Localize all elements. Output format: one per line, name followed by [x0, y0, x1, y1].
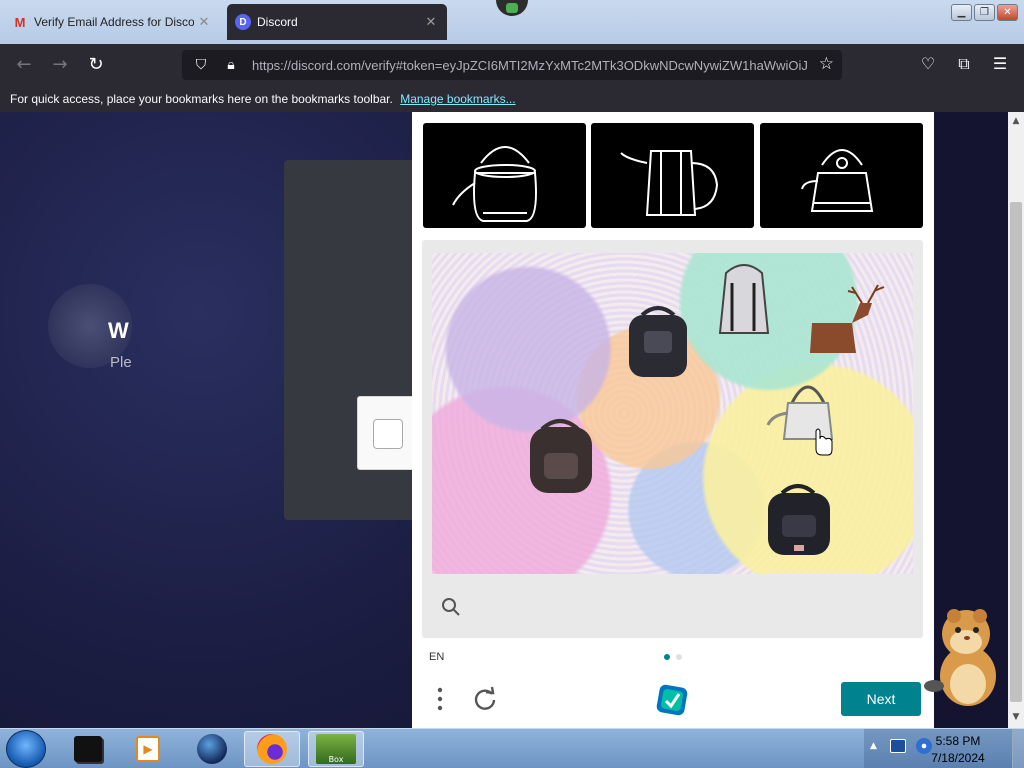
hcaptcha-challenge: EN Next: [412, 112, 934, 728]
extensions-icon[interactable]: ⧉: [954, 54, 974, 74]
window-controls: ▁ ❐ ✕: [951, 4, 1018, 21]
language-selector[interactable]: EN: [429, 651, 444, 663]
scroll-thumb[interactable]: [1010, 202, 1022, 702]
page-dot: [676, 654, 682, 660]
tray-expand-icon[interactable]: ▲: [870, 741, 877, 751]
taskbar: ▶ Box ▲ 5:58 PM 7/18/2024: [0, 728, 1024, 768]
example-image-kettle: [760, 123, 923, 228]
page-scrollbar[interactable]: ▲ ▼: [1008, 112, 1024, 728]
extension-indicator-icon: [496, 0, 528, 16]
network-icon[interactable]: [890, 739, 906, 753]
challenge-pagination: [664, 654, 682, 660]
zoom-icon[interactable]: [440, 596, 462, 618]
globe-icon[interactable]: [184, 731, 240, 767]
menu-icon[interactable]: ☰: [990, 54, 1010, 73]
terminal-icon[interactable]: [60, 731, 116, 767]
hcaptcha-checkbox[interactable]: [373, 419, 403, 449]
restore-button[interactable]: ❐: [974, 4, 995, 21]
discord-icon: D: [235, 14, 251, 30]
close-window-button[interactable]: ✕: [997, 4, 1018, 21]
navigation-bar: ← → ↻ ⛉ 🔒︎ https://discord.com/verify#to…: [0, 44, 1024, 86]
tab-title: Verify Email Address for Discord: [34, 15, 194, 29]
hcaptcha-logo-icon[interactable]: [656, 684, 688, 716]
refresh-challenge-icon[interactable]: [472, 686, 498, 712]
start-button[interactable]: [6, 730, 46, 768]
tab-verify-email[interactable]: M Verify Email Address for Discord ✕: [4, 4, 220, 40]
example-image-kettle: [423, 123, 586, 228]
backpack-object[interactable]: [530, 419, 592, 493]
media-player-icon[interactable]: ▶: [120, 731, 176, 767]
close-tab-icon[interactable]: ✕: [194, 14, 214, 30]
deer-object[interactable]: [810, 284, 885, 353]
shield-icon[interactable]: ⛉: [190, 57, 212, 73]
forward-button[interactable]: →: [48, 53, 72, 77]
close-tab-icon[interactable]: ✕: [421, 14, 441, 30]
hamster-mascot: [924, 609, 996, 706]
scroll-up-icon[interactable]: ▲: [1008, 116, 1024, 126]
challenge-task-area: [422, 240, 923, 638]
url-text[interactable]: https://discord.com/verify#token=eyJpZCI…: [252, 58, 812, 73]
lock-icon[interactable]: 🔒︎: [220, 57, 242, 73]
backpack-object[interactable]: [629, 306, 687, 377]
reload-button[interactable]: ↻: [84, 53, 108, 77]
firefox-icon[interactable]: [244, 731, 300, 767]
more-options-icon[interactable]: [434, 686, 446, 712]
verify-heading: W: [108, 318, 129, 343]
minimize-button[interactable]: ▁: [951, 4, 972, 21]
next-button[interactable]: Next: [841, 682, 921, 716]
pocket-icon[interactable]: ♡: [918, 54, 938, 73]
browser-tab-bar: M Verify Email Address for Discord ✕ D D…: [0, 0, 1024, 44]
backpack-object[interactable]: [768, 484, 830, 555]
gmail-icon: M: [14, 14, 26, 30]
bookmark-star-icon[interactable]: ☆: [819, 54, 834, 74]
address-bar[interactable]: ⛉ 🔒︎ https://discord.com/verify#token=ey…: [182, 50, 842, 80]
bookmarks-toolbar: For quick access, place your bookmarks h…: [0, 86, 1024, 112]
kettle-object[interactable]: [766, 385, 834, 440]
game-icon[interactable]: Box: [308, 731, 364, 767]
clock-time[interactable]: 5:58 PM: [910, 734, 1006, 748]
scroll-down-icon[interactable]: ▼: [1008, 712, 1024, 722]
tab-title: Discord: [257, 15, 298, 29]
manage-bookmarks-link[interactable]: Manage bookmarks...: [400, 92, 515, 106]
show-desktop-button[interactable]: [1012, 729, 1024, 768]
tab-discord[interactable]: D Discord ✕: [227, 4, 447, 40]
backpack-object[interactable]: [718, 264, 770, 334]
clock-date[interactable]: 7/18/2024: [910, 751, 1006, 765]
page-dot-active: [664, 654, 670, 660]
bookmarks-hint: For quick access, place your bookmarks h…: [10, 92, 393, 106]
challenge-task-image[interactable]: [432, 253, 913, 574]
back-button[interactable]: ←: [12, 53, 36, 77]
example-image-kettle: [591, 123, 754, 228]
verify-subtitle: Ple: [110, 354, 132, 371]
